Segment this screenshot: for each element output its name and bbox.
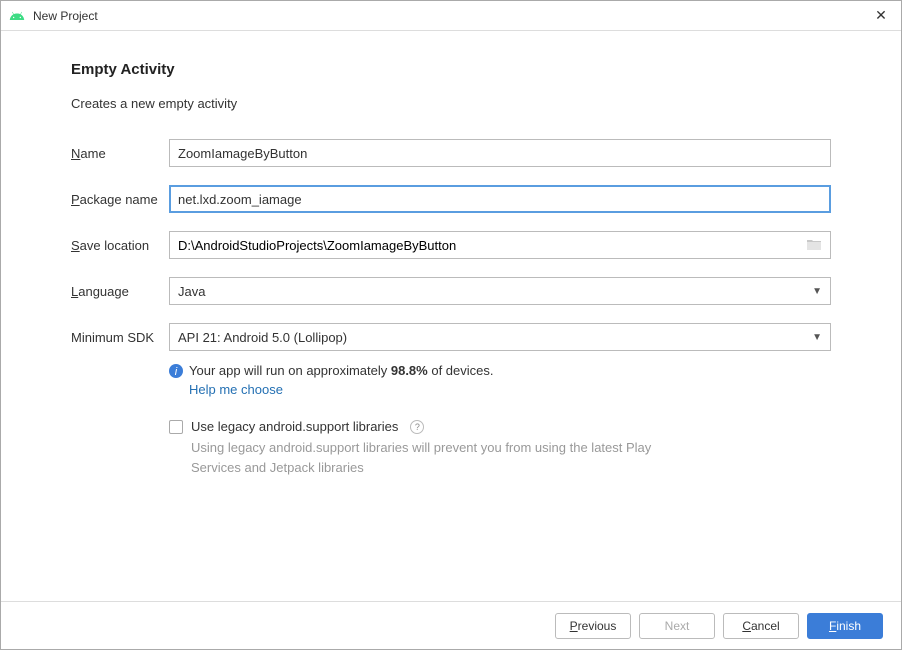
chevron-down-icon: ▼	[812, 286, 822, 297]
package-input[interactable]	[169, 185, 831, 213]
legacy-libraries-label: Use legacy android.support libraries	[191, 419, 398, 434]
save-location-label: Save location	[71, 238, 169, 253]
minsdk-select[interactable]: API 21: Android 5.0 (Lollipop) ▼	[169, 323, 831, 351]
content-area: Empty Activity Creates a new empty activ…	[1, 31, 901, 477]
page-title: Empty Activity	[71, 61, 831, 78]
save-location-row: Save location	[71, 231, 831, 259]
minsdk-row: Minimum SDK API 21: Android 5.0 (Lollipo…	[71, 323, 831, 351]
finish-button[interactable]: Finish	[807, 613, 883, 639]
legacy-libraries-row: Use legacy android.support libraries ?	[169, 419, 831, 434]
android-icon	[9, 8, 25, 24]
info-icon: i	[169, 364, 183, 378]
device-info-text: Your app will run on approximately 98.8%…	[189, 363, 494, 378]
footer: Previous Next Cancel Finish	[1, 601, 901, 649]
next-button: Next	[639, 613, 715, 639]
save-location-input-wrap	[169, 231, 831, 259]
language-value: Java	[178, 284, 205, 299]
page-subtitle: Creates a new empty activity	[71, 96, 831, 111]
language-select[interactable]: Java ▼	[169, 277, 831, 305]
legacy-libraries-description: Using legacy android.support libraries w…	[191, 438, 691, 477]
package-label: Package name	[71, 192, 169, 207]
name-row: Name	[71, 139, 831, 167]
chevron-down-icon: ▼	[812, 332, 822, 343]
folder-browse-icon[interactable]	[806, 238, 822, 252]
window-title: New Project	[33, 9, 861, 23]
save-location-input[interactable]	[170, 232, 798, 258]
language-row: Language Java ▼	[71, 277, 831, 305]
package-row: Package name	[71, 185, 831, 213]
legacy-libraries-checkbox[interactable]	[169, 420, 183, 434]
minsdk-label: Minimum SDK	[71, 330, 169, 345]
help-icon[interactable]: ?	[410, 420, 424, 434]
minsdk-value: API 21: Android 5.0 (Lollipop)	[178, 330, 347, 345]
previous-button[interactable]: Previous	[555, 613, 631, 639]
name-label: Name	[71, 146, 169, 161]
name-input[interactable]	[169, 139, 831, 167]
device-info: i Your app will run on approximately 98.…	[169, 363, 831, 397]
cancel-button[interactable]: Cancel	[723, 613, 799, 639]
titlebar: New Project ✕	[1, 1, 901, 31]
help-me-choose-link[interactable]: Help me choose	[189, 382, 831, 397]
language-label: Language	[71, 284, 169, 299]
close-button[interactable]: ✕	[861, 1, 901, 31]
